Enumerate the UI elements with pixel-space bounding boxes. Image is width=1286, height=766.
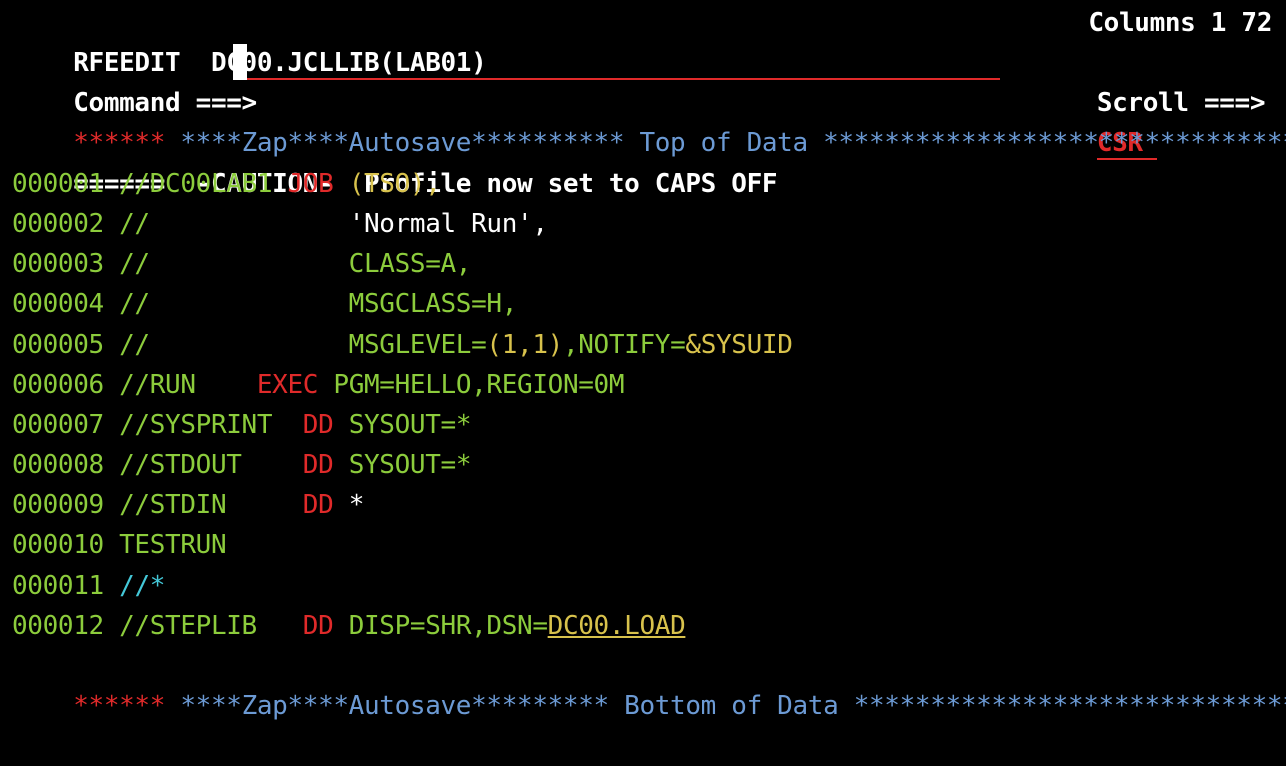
line-text[interactable]: //DC00LAB1 (104, 169, 288, 199)
line-number[interactable]: 000003 (12, 249, 104, 279)
line-text[interactable]: &SYSUID (685, 330, 792, 360)
line-text[interactable]: //STDIN (104, 490, 303, 520)
line-number[interactable]: 000002 (12, 209, 104, 239)
line-text[interactable]: 'Normal Run', (349, 209, 548, 239)
line-text[interactable]: SYSOUT=* (333, 450, 472, 480)
line-text[interactable]: //STDOUT (104, 450, 303, 480)
line-text[interactable]: //* (119, 571, 165, 601)
code-line[interactable]: 000007 //SYSPRINT DD SYSOUT=* (12, 405, 1282, 445)
line-text[interactable]: // MSGCLASS=H, (104, 289, 517, 319)
line-number[interactable]: 000007 (12, 410, 104, 440)
code-line[interactable]: 000008 //STDOUT DD SYSOUT=* (12, 445, 1282, 485)
terminal-screen: RFEEDIT DC00.JCLLIB(LAB01) Columns 1 72 … (12, 3, 1286, 721)
code-line[interactable]: 000009 //STDIN DD * (12, 485, 1282, 525)
line-text[interactable]: (TSO), (333, 169, 441, 199)
text-cursor (233, 44, 247, 81)
line-text[interactable]: TESTRUN (104, 530, 226, 560)
line-text[interactable]: // MSGLEVEL= (104, 330, 487, 360)
line-text[interactable] (104, 571, 119, 601)
columns-indicator: Columns 1 72 (1088, 8, 1272, 38)
line-text[interactable]: // (104, 209, 349, 239)
code-line[interactable]: 000004 // MSGCLASS=H, (12, 284, 1282, 324)
line-number[interactable]: 000005 (12, 330, 104, 360)
line-text[interactable]: PGM=HELLO,REGION=0M (318, 370, 624, 400)
line-number[interactable]: 000009 (12, 490, 104, 520)
command-input[interactable] (234, 48, 1000, 81)
code-line[interactable]: 000011 //* (12, 566, 1282, 606)
code-line[interactable]: 000003 // CLASS=A, (12, 244, 1282, 284)
line-text[interactable]: (1,1) (486, 330, 563, 360)
line-text[interactable]: DD (303, 490, 334, 520)
line-text[interactable]: * (333, 490, 365, 520)
code-line[interactable]: 000002 // 'Normal Run', (12, 204, 1282, 244)
code-line[interactable]: 000001 //DC00LAB1 JOB (TSO), (12, 164, 1282, 204)
line-number[interactable]: 000008 (12, 450, 104, 480)
marker-stars: ****** (73, 691, 166, 721)
line-text[interactable]: DISP=SHR,DSN= (333, 611, 548, 641)
line-number[interactable]: 000011 (12, 571, 104, 601)
line-number[interactable]: 000001 (12, 169, 104, 199)
caution-message: ====== -CAUTION- Profile now set to CAPS… (12, 124, 1282, 199)
line-text[interactable]: // CLASS=A, (104, 249, 471, 279)
code-line[interactable]: 000006 //RUN EXEC PGM=HELLO,REGION=0M (12, 365, 1282, 405)
line-text[interactable]: DC00.LOAD (548, 611, 686, 641)
code-lines: 000001 //DC00LAB1 JOB (TSO), 000002 // 'N… (12, 164, 1282, 646)
marker-text: ****Zap****Autosave********* Bottom of D… (165, 691, 1286, 721)
title-bar: RFEEDIT DC00.JCLLIB(LAB01) Columns 1 72 (12, 3, 1282, 78)
line-number[interactable]: 000010 (12, 530, 104, 560)
top-of-data-marker: ****** ****Zap****Autosave********** Top… (12, 83, 1286, 158)
code-line[interactable]: 000012 //STEPLIB DD DISP=SHR,DSN=DC00.LO… (12, 606, 1282, 646)
line-number[interactable]: 000004 (12, 289, 104, 319)
line-text[interactable]: //STEPLIB (104, 611, 303, 641)
command-row: Command ===> Scroll ===> CSR (12, 43, 1282, 161)
line-text[interactable]: DD (303, 611, 334, 641)
bottom-of-data-marker: ****** ****Zap****Autosave********* Bott… (12, 646, 1286, 721)
line-text[interactable]: //RUN (104, 370, 257, 400)
line-number[interactable]: 000006 (12, 370, 104, 400)
line-text[interactable]: DD (303, 410, 334, 440)
line-text[interactable]: JOB (287, 169, 333, 199)
line-number[interactable]: 000012 (12, 611, 104, 641)
line-text[interactable]: EXEC (257, 370, 319, 400)
line-text[interactable]: DD (303, 450, 334, 480)
code-line[interactable]: 000010 TESTRUN (12, 525, 1282, 565)
line-text[interactable]: ,NOTIFY= (563, 330, 686, 360)
code-line[interactable]: 000005 // MSGLEVEL=(1,1),NOTIFY=&SYSUID (12, 325, 1282, 365)
line-text[interactable]: //SYSPRINT (104, 410, 303, 440)
line-text[interactable]: SYSOUT=* (333, 410, 472, 440)
